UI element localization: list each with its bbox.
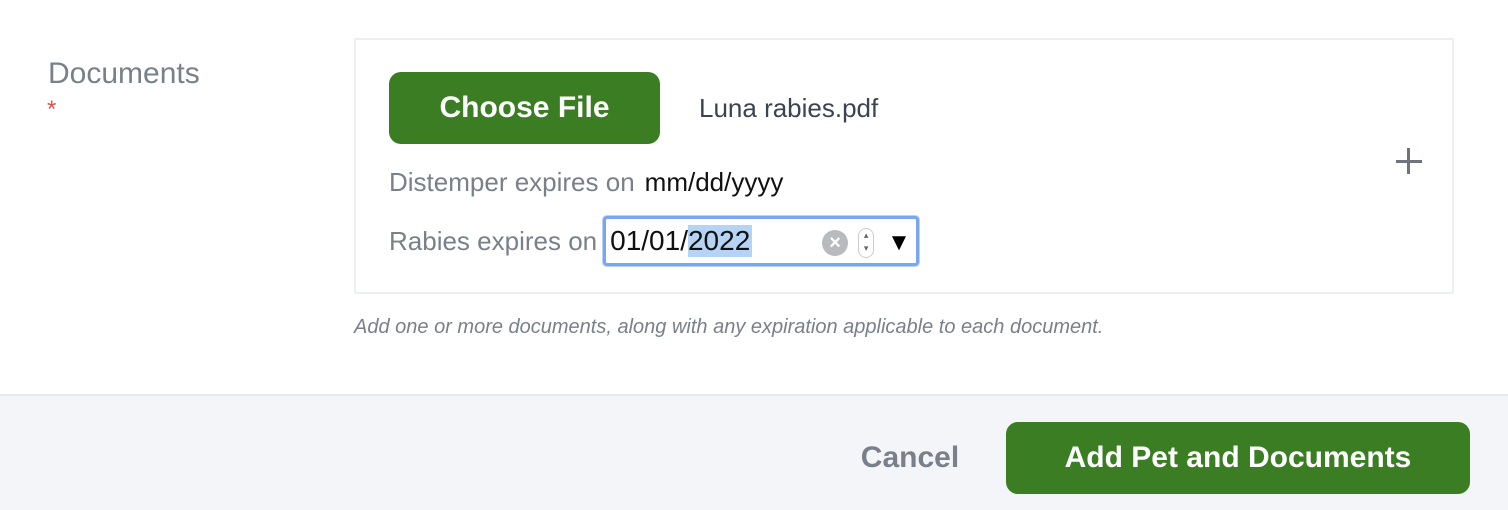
distemper-expiration-row: Distemper expires on mm/dd/yyyy: [389, 164, 783, 200]
required-marker: *: [47, 96, 57, 123]
rabies-expiration-label: Rabies expires on: [389, 225, 598, 256]
documents-entry: Choose File Luna rabies.pdf Distemper ex…: [354, 38, 1454, 294]
cancel-button[interactable]: Cancel: [840, 434, 980, 482]
clear-icon[interactable]: ×: [822, 230, 849, 256]
documents-help-text: Add one or more documents, along with an…: [354, 316, 1104, 338]
add-pet-and-documents-button[interactable]: Add Pet and Documents: [1006, 422, 1470, 494]
rabies-date-input[interactable]: 01/01/2022 × ▴ ▾ ▼: [603, 216, 920, 266]
rabies-expiration-row: Rabies expires on 01/01/2022 × ▴ ▾ ▼: [389, 216, 920, 266]
selected-file-name: Luna rabies.pdf: [699, 93, 879, 123]
rabies-date-month-day[interactable]: 01/01/: [610, 225, 688, 257]
rabies-date-year-selected[interactable]: 2022: [687, 225, 753, 257]
distemper-date-input[interactable]: mm/dd/yyyy: [645, 167, 784, 198]
stepper-icon[interactable]: ▴ ▾: [858, 228, 875, 258]
add-pet-form: Documents * Choose File Luna rabies.pdf …: [0, 0, 1508, 510]
form-footer: Cancel Add Pet and Documents: [0, 394, 1508, 510]
choose-file-button[interactable]: Choose File: [389, 72, 660, 144]
documents-label: Documents: [48, 57, 200, 90]
distemper-expiration-label: Distemper expires on: [389, 166, 635, 197]
dropdown-arrow-icon[interactable]: ▼: [887, 229, 911, 257]
plus-icon[interactable]: [1396, 148, 1424, 176]
